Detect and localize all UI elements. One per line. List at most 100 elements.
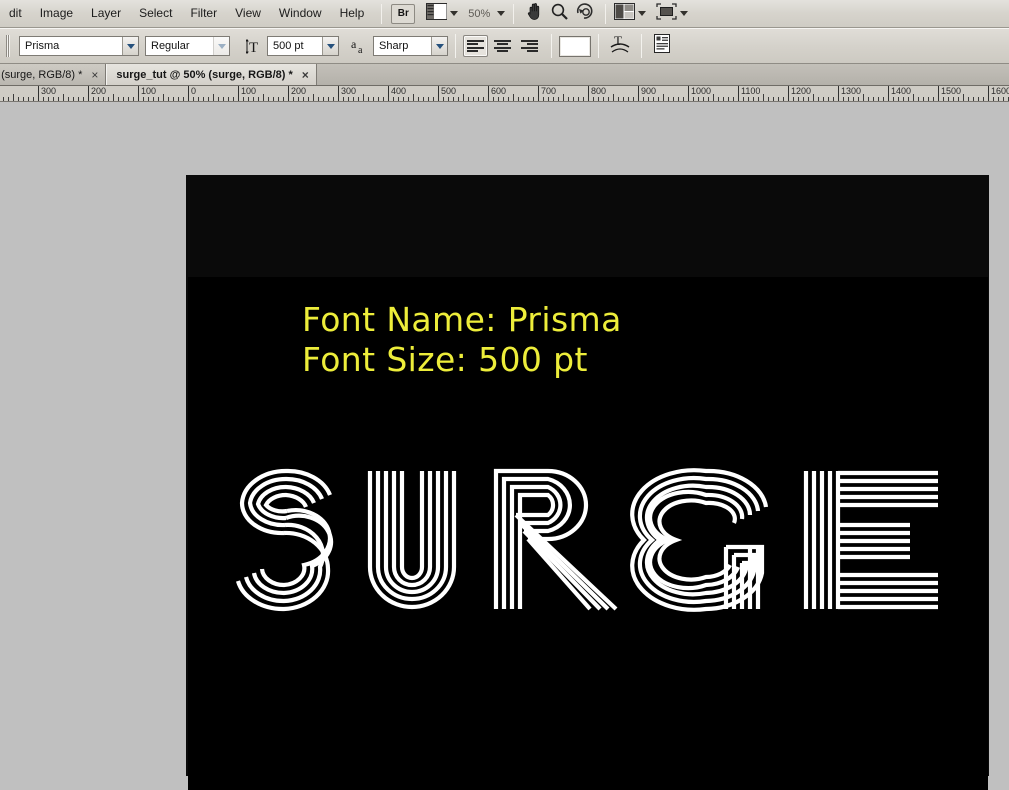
align-right-button[interactable] bbox=[517, 35, 542, 57]
zoom-level-control[interactable]: 50% bbox=[458, 8, 505, 20]
ruler-minor-tick bbox=[423, 97, 424, 101]
wordmark-svg bbox=[210, 463, 970, 673]
ruler-minor-tick bbox=[428, 97, 429, 101]
align-center-icon bbox=[494, 38, 511, 54]
ruler-minor-tick bbox=[978, 97, 979, 101]
ruler-minor-tick bbox=[703, 97, 704, 101]
options-bar-grip[interactable] bbox=[6, 35, 10, 57]
view-extras-chevron-down-icon[interactable] bbox=[450, 11, 458, 16]
document-tab-inactive[interactable]: opy @ 50% (surge, RGB/8) * × bbox=[0, 64, 106, 85]
text-color-swatch[interactable] bbox=[559, 36, 591, 57]
antialias-select[interactable]: Sharp bbox=[373, 36, 448, 56]
arrange-documents-control[interactable] bbox=[614, 3, 646, 25]
menu-layer[interactable]: Layer bbox=[82, 3, 130, 24]
font-size-control[interactable]: T 500 pt bbox=[244, 36, 339, 56]
ruler-minor-tick bbox=[203, 97, 204, 101]
ruler-minor-tick bbox=[663, 94, 664, 101]
close-icon[interactable]: × bbox=[91, 70, 98, 80]
antialias-chevron-down-icon[interactable] bbox=[431, 37, 447, 55]
document-tab-label: surge_tut @ 50% (surge, RGB/8) * bbox=[116, 69, 292, 81]
ruler-minor-tick bbox=[158, 97, 159, 101]
align-center-button[interactable] bbox=[490, 35, 515, 57]
ruler-minor-tick bbox=[858, 97, 859, 101]
ruler-minor-tick bbox=[798, 97, 799, 101]
zoom-tool-button[interactable] bbox=[548, 3, 571, 24]
ruler-minor-tick bbox=[273, 97, 274, 101]
ruler-minor-tick bbox=[628, 97, 629, 101]
document-tab-active[interactable]: surge_tut @ 50% (surge, RGB/8) * × bbox=[106, 64, 316, 85]
ruler-minor-tick bbox=[208, 97, 209, 101]
font-family-select[interactable]: Prisma bbox=[19, 36, 139, 56]
letter-G bbox=[632, 470, 766, 610]
ruler-minor-tick bbox=[598, 97, 599, 101]
ruler-minor-tick bbox=[48, 97, 49, 101]
view-extras-icon bbox=[426, 3, 447, 25]
menu-select[interactable]: Select bbox=[130, 3, 181, 24]
ruler-minor-tick bbox=[953, 97, 954, 101]
ruler-minor-tick bbox=[868, 97, 869, 101]
ruler-minor-tick bbox=[748, 97, 749, 101]
screen-mode-chevron-down-icon[interactable] bbox=[680, 11, 688, 16]
menu-filter[interactable]: Filter bbox=[181, 3, 226, 24]
ruler-minor-tick bbox=[633, 97, 634, 101]
zoom-level-chevron-down-icon[interactable] bbox=[497, 11, 505, 16]
hand-tool-button[interactable] bbox=[523, 3, 546, 24]
arrange-documents-chevron-down-icon[interactable] bbox=[638, 11, 646, 16]
ruler-minor-tick bbox=[713, 94, 714, 101]
ruler-minor-tick bbox=[478, 97, 479, 101]
ruler-minor-tick bbox=[993, 97, 994, 101]
options-separator-2 bbox=[551, 34, 552, 58]
ruler-minor-tick bbox=[498, 97, 499, 101]
menu-help[interactable]: Help bbox=[331, 3, 374, 24]
ruler-minor-tick bbox=[878, 97, 879, 101]
ruler-minor-tick bbox=[168, 97, 169, 101]
ruler-minor-tick bbox=[103, 97, 104, 101]
ruler-label: 600 bbox=[489, 86, 506, 96]
bridge-button[interactable]: Br bbox=[391, 4, 415, 24]
menu-image[interactable]: Image bbox=[31, 3, 82, 24]
menubar-separator-3 bbox=[605, 4, 606, 24]
ruler-minor-tick bbox=[408, 97, 409, 101]
align-right-icon bbox=[521, 38, 538, 54]
ruler-minor-tick bbox=[693, 97, 694, 101]
horizontal-ruler[interactable]: 0300200100010020030040050060070080090010… bbox=[0, 86, 1009, 102]
font-size-chevron-down-icon[interactable] bbox=[322, 37, 338, 55]
ruler-minor-tick bbox=[823, 97, 824, 101]
ruler-minor-tick bbox=[603, 97, 604, 101]
rotate-view-tool-button[interactable] bbox=[573, 3, 596, 24]
ruler-minor-tick bbox=[778, 97, 779, 101]
ruler-minor-tick bbox=[403, 97, 404, 101]
ruler-minor-tick bbox=[833, 97, 834, 101]
ruler-minor-tick bbox=[463, 94, 464, 101]
ruler-minor-tick bbox=[623, 97, 624, 101]
font-style-chevron-down-icon[interactable] bbox=[213, 37, 229, 55]
ruler-minor-tick bbox=[613, 94, 614, 101]
ruler-minor-tick bbox=[793, 97, 794, 101]
antialias-control[interactable]: a a Sharp bbox=[349, 36, 448, 56]
ruler-minor-tick bbox=[673, 97, 674, 101]
font-style-select[interactable]: Regular bbox=[145, 36, 230, 56]
ruler-minor-tick bbox=[418, 97, 419, 101]
ruler-minor-tick bbox=[943, 97, 944, 101]
font-family-chevron-down-icon[interactable] bbox=[122, 37, 138, 55]
menu-edit[interactable]: dit bbox=[0, 3, 31, 24]
ruler-minor-tick bbox=[783, 97, 784, 101]
ruler-label: 200 bbox=[289, 86, 306, 96]
align-left-button[interactable] bbox=[463, 35, 488, 57]
document-canvas[interactable]: Font Name: Prisma Font Size: 500 pt bbox=[188, 277, 988, 790]
menu-window[interactable]: Window bbox=[270, 3, 331, 24]
ruler-minor-tick bbox=[733, 97, 734, 101]
menu-view[interactable]: View bbox=[226, 3, 270, 24]
ruler-minor-tick bbox=[358, 97, 359, 101]
ruler-minor-tick bbox=[323, 97, 324, 101]
font-size-select[interactable]: 500 pt bbox=[267, 36, 339, 56]
warp-text-button[interactable]: T bbox=[607, 34, 633, 58]
ruler-minor-tick bbox=[223, 97, 224, 101]
screen-mode-control[interactable] bbox=[656, 3, 688, 25]
ruler-minor-tick bbox=[378, 97, 379, 101]
view-extras-control[interactable] bbox=[426, 3, 458, 25]
ruler-minor-tick bbox=[133, 97, 134, 101]
close-icon[interactable]: × bbox=[302, 70, 309, 80]
toggle-panels-button[interactable] bbox=[650, 34, 676, 58]
ruler-minor-tick bbox=[453, 97, 454, 101]
